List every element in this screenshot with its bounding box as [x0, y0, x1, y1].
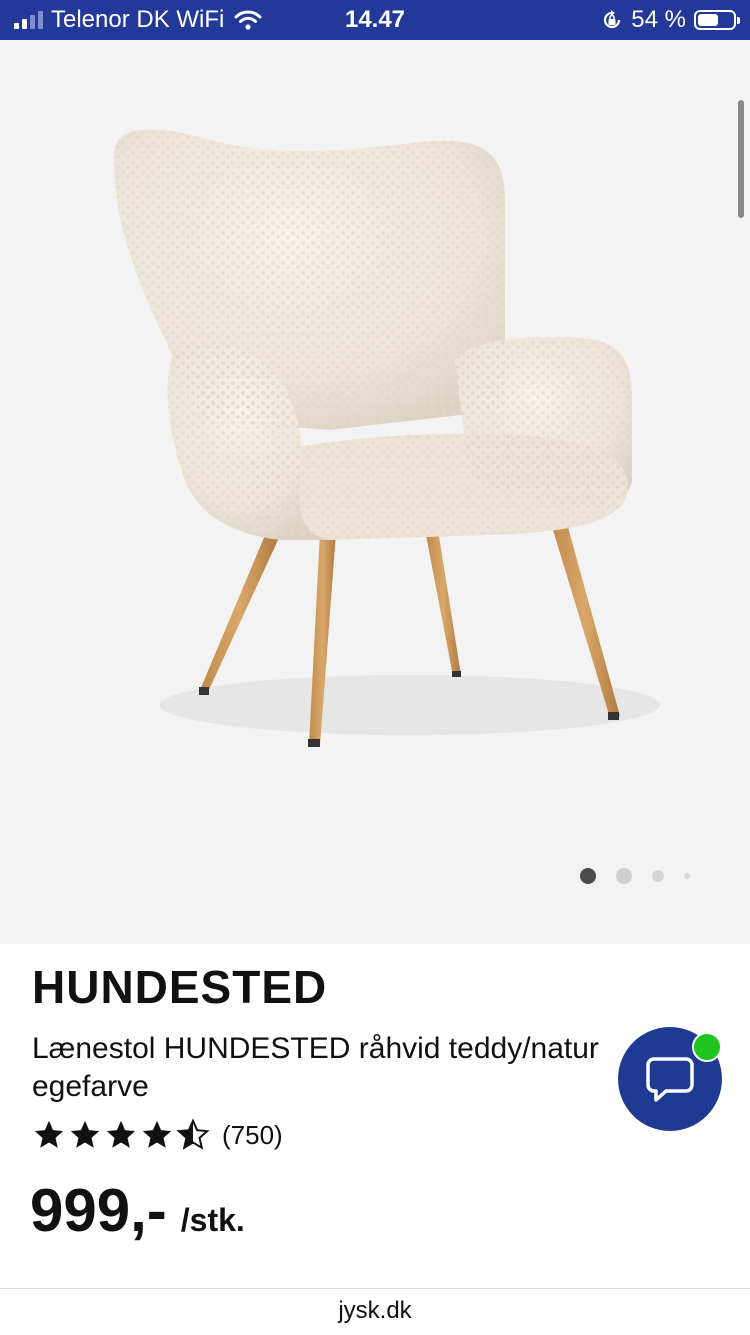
product-brand: HUNDESTED	[32, 961, 328, 1013]
url-text[interactable]: jysk.dk	[0, 1297, 750, 1325]
star-half-icon	[176, 1118, 210, 1150]
price-value: 999,-	[30, 1177, 167, 1244]
carousel-dot-active[interactable]	[580, 868, 596, 884]
chat-online-indicator	[692, 1032, 722, 1062]
battery-icon	[694, 10, 740, 30]
carousel-dot[interactable]	[684, 873, 690, 879]
price-unit: /stk.	[180, 1202, 245, 1238]
battery-percent: 54 %	[631, 6, 686, 33]
product-description: Lænestol HUNDESTED råhvid teddy/natur eg…	[32, 1032, 599, 1103]
status-bar: Telenor DK WiFi 14.47 54 %	[0, 0, 750, 40]
product-image-carousel[interactable]	[0, 40, 750, 944]
rating-count[interactable]: (750)	[222, 1120, 283, 1151]
carousel-dot[interactable]	[652, 870, 664, 882]
star-full-icon	[142, 1120, 172, 1148]
product-rating[interactable]: (750)	[32, 1118, 283, 1152]
star-full-icon	[34, 1120, 64, 1148]
product-image[interactable]	[0, 40, 750, 944]
carousel-dot[interactable]	[616, 868, 632, 884]
status-right: 54 %	[601, 6, 740, 34]
carousel-indicator	[575, 866, 695, 886]
page-scrollbar[interactable]	[738, 100, 744, 218]
star-full-icon	[106, 1120, 136, 1148]
product-price: 999,- /stk.	[30, 1176, 245, 1245]
star-full-icon	[70, 1120, 100, 1148]
browser-url-bar[interactable]: jysk.dk	[0, 1288, 750, 1335]
rating-stars	[32, 1118, 210, 1152]
chat-bubble-icon	[646, 1057, 694, 1102]
rotation-lock-icon	[604, 10, 621, 29]
